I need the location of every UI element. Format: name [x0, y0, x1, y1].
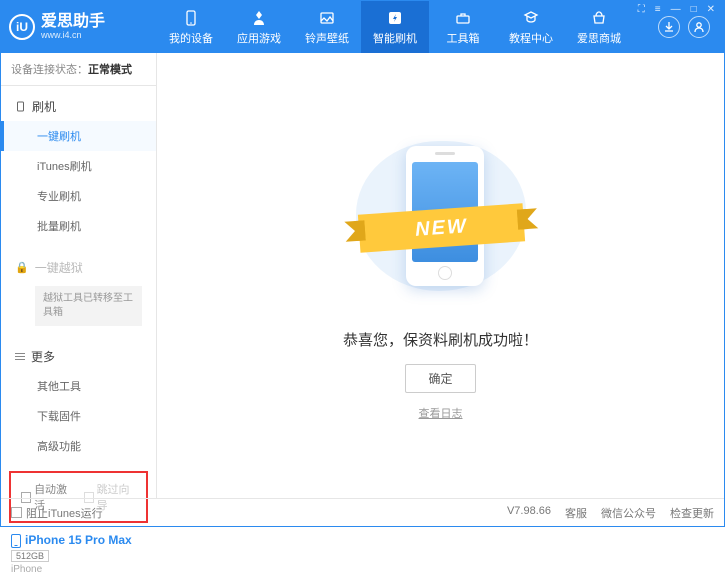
tutorial-icon	[522, 9, 540, 27]
app-title: 爱思助手	[41, 14, 105, 30]
sidebar-section-jailbreak: 🔒 一键越狱	[1, 253, 156, 282]
sidebar-item-advanced[interactable]: 高级功能	[1, 431, 156, 461]
app-url: www.i4.cn	[41, 30, 105, 40]
apps-icon	[250, 9, 268, 27]
wallpaper-icon	[318, 9, 336, 27]
sidebar-section-more[interactable]: 更多	[1, 342, 156, 371]
footer-link-wechat[interactable]: 微信公众号	[601, 505, 656, 521]
store-icon	[590, 9, 608, 27]
sidebar: 设备连接状态：正常模式 刷机 一键刷机 iTunes刷机 专业刷机 批量刷机 🔒…	[1, 53, 157, 498]
main-content: NEW 恭喜您，保资料刷机成功啦！ 确定 查看日志	[157, 53, 724, 498]
nav-smart-flash[interactable]: 智能刷机	[361, 1, 429, 53]
nav-store[interactable]: 爱思商城	[565, 1, 633, 53]
nav-my-device[interactable]: 我的设备	[157, 1, 225, 53]
app-logo[interactable]: iU 爱思助手 www.i4.cn	[9, 14, 157, 40]
view-log-link[interactable]: 查看日志	[419, 405, 463, 421]
sidebar-item-oneclick-flash[interactable]: 一键刷机	[1, 121, 156, 151]
win-menu-icon[interactable]: ≡	[653, 4, 663, 15]
nav-label: 教程中心	[509, 30, 553, 46]
device-phone-icon	[11, 534, 21, 548]
footer: 阻止iTunes运行 V7.98.66 客服 微信公众号 检查更新	[1, 498, 724, 526]
success-message: 恭喜您，保资料刷机成功啦！	[343, 329, 538, 350]
sidebar-item-batch-flash[interactable]: 批量刷机	[1, 211, 156, 241]
nav-tutorials[interactable]: 教程中心	[497, 1, 565, 53]
footer-link-update[interactable]: 检查更新	[670, 505, 714, 521]
top-nav: 我的设备 应用游戏 铃声壁纸 智能刷机 工具箱	[157, 1, 658, 53]
device-storage: 512GB	[11, 550, 49, 562]
sidebar-item-download-firmware[interactable]: 下载固件	[1, 401, 156, 431]
nav-apps-games[interactable]: 应用游戏	[225, 1, 293, 53]
header: iU 爱思助手 www.i4.cn 我的设备 应用游戏 铃声壁纸	[1, 1, 724, 53]
nav-label: 我的设备	[169, 30, 213, 46]
success-illustration: NEW	[331, 131, 551, 311]
download-button[interactable]	[658, 16, 680, 38]
flash-icon	[386, 9, 404, 27]
jailbreak-moved-note[interactable]: 越狱工具已转移至工具箱	[35, 286, 142, 326]
device-name: iPhone 15 Pro Max	[25, 533, 132, 547]
device-icon	[182, 9, 200, 27]
sidebar-item-other-tools[interactable]: 其他工具	[1, 371, 156, 401]
win-minimize-icon[interactable]: —	[669, 4, 683, 15]
footer-link-support[interactable]: 客服	[565, 505, 587, 521]
win-cart-icon[interactable]: ⛶	[636, 4, 647, 15]
version-label: V7.98.66	[507, 505, 551, 521]
nav-label: 爱思商城	[577, 30, 621, 46]
toolbox-icon	[454, 9, 472, 27]
win-maximize-icon[interactable]: □	[689, 4, 699, 15]
win-close-icon[interactable]: ✕	[705, 4, 717, 15]
user-button[interactable]	[688, 16, 710, 38]
logo-badge-icon: iU	[9, 14, 35, 40]
lock-icon: 🔒	[15, 261, 29, 274]
phone-small-icon	[15, 101, 26, 112]
sidebar-item-pro-flash[interactable]: 专业刷机	[1, 181, 156, 211]
nav-label: 智能刷机	[373, 30, 417, 46]
checkbox-block-itunes[interactable]: 阻止iTunes运行	[11, 505, 103, 521]
nav-label: 应用游戏	[237, 30, 281, 46]
confirm-button[interactable]: 确定	[405, 364, 475, 393]
menu-lines-icon	[15, 351, 25, 362]
nav-label: 铃声壁纸	[305, 30, 349, 46]
connection-status: 设备连接状态：正常模式	[1, 53, 156, 86]
sidebar-section-flash[interactable]: 刷机	[1, 92, 156, 121]
device-info[interactable]: iPhone 15 Pro Max 512GB iPhone	[1, 527, 156, 581]
device-model: iPhone	[11, 564, 146, 575]
sidebar-item-itunes-flash[interactable]: iTunes刷机	[1, 151, 156, 181]
nav-label: 工具箱	[447, 30, 480, 46]
nav-ringtones-wallpapers[interactable]: 铃声壁纸	[293, 1, 361, 53]
nav-toolbox[interactable]: 工具箱	[429, 1, 497, 53]
